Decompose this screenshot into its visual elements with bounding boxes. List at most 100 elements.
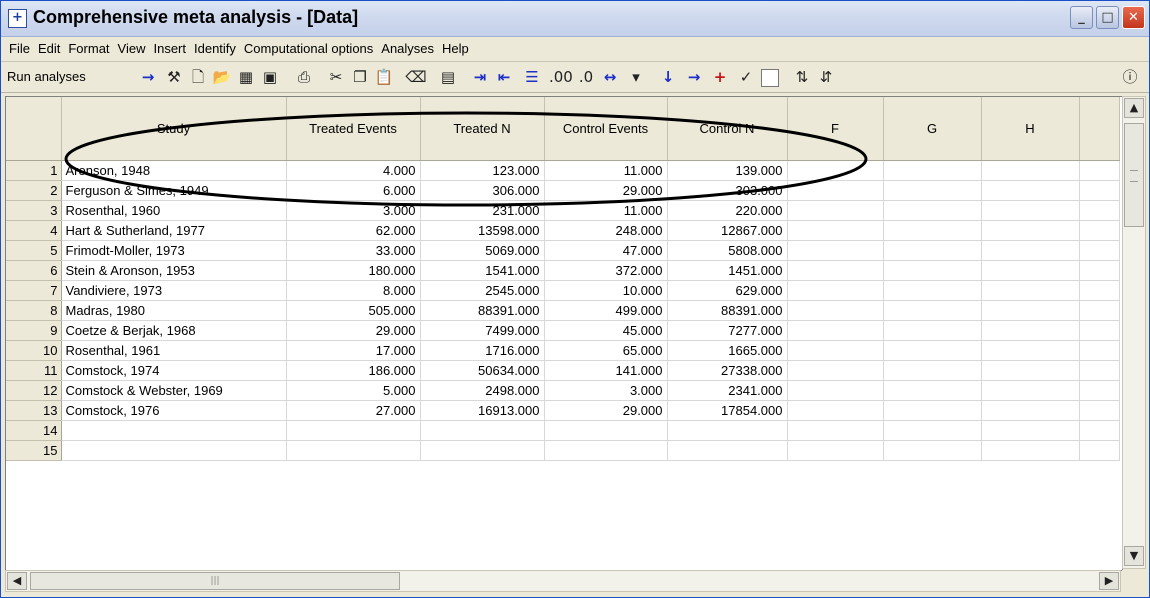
cell-treated-n[interactable] xyxy=(420,420,545,441)
scroll-down-button[interactable]: ▼ xyxy=(1124,546,1144,566)
cell-treated-events[interactable]: 4.000 xyxy=(286,160,421,181)
cell-control-n[interactable]: 1451.000 xyxy=(667,260,788,281)
cell-treated-events[interactable]: 8.000 xyxy=(286,280,421,301)
row-number[interactable]: 3 xyxy=(6,200,62,221)
cell-g[interactable] xyxy=(883,280,982,301)
cell-treated-n[interactable]: 16913.000 xyxy=(420,400,545,421)
cell-study[interactable]: Coetze & Berjak, 1968 xyxy=(61,320,287,341)
cell-study[interactable]: Vandiviere, 1973 xyxy=(61,280,287,301)
column-header-control-n[interactable]: Control N xyxy=(667,97,788,161)
cell-h[interactable] xyxy=(981,360,1080,381)
list-icon[interactable]: ☰ xyxy=(521,66,543,88)
cell-blank[interactable] xyxy=(1079,160,1120,181)
cell-g[interactable] xyxy=(883,340,982,361)
cell-control-n[interactable] xyxy=(667,420,788,441)
cell-f[interactable] xyxy=(787,360,884,381)
cell-control-n[interactable]: 5808.000 xyxy=(667,240,788,261)
cell-treated-n[interactable]: 306.000 xyxy=(420,180,545,201)
menu-format[interactable]: Format xyxy=(64,37,113,61)
cell-g[interactable] xyxy=(883,380,982,401)
row-number[interactable]: 15 xyxy=(6,440,62,461)
cell-study[interactable] xyxy=(61,440,287,461)
cell-study[interactable]: Aronson, 1948 xyxy=(61,160,287,181)
cell-f[interactable] xyxy=(787,300,884,321)
cell-blank[interactable] xyxy=(1079,200,1120,221)
row-number[interactable]: 9 xyxy=(6,320,62,341)
run-analyses-button[interactable]: Run analyses xyxy=(7,69,86,84)
cell-study[interactable]: Comstock, 1976 xyxy=(61,400,287,421)
cell-h[interactable] xyxy=(981,440,1080,461)
scroll-right-button[interactable]: ▶ xyxy=(1099,572,1119,590)
horizontal-scrollbar[interactable]: ◀ ||| ▶ xyxy=(5,570,1121,592)
row-number[interactable]: 8 xyxy=(6,300,62,321)
cell-treated-events[interactable]: 505.000 xyxy=(286,300,421,321)
cell-blank[interactable] xyxy=(1079,260,1120,281)
cell-treated-events[interactable]: 6.000 xyxy=(286,180,421,201)
cell-f[interactable] xyxy=(787,180,884,201)
cell-control-events[interactable]: 65.000 xyxy=(544,340,668,361)
cell-treated-n[interactable]: 2545.000 xyxy=(420,280,545,301)
cell-f[interactable] xyxy=(787,160,884,181)
menu-view[interactable]: View xyxy=(114,37,150,61)
row-number[interactable]: 11 xyxy=(6,360,62,381)
cell-blank[interactable] xyxy=(1079,300,1120,321)
cell-h[interactable] xyxy=(981,280,1080,301)
cell-control-n[interactable]: 88391.000 xyxy=(667,300,788,321)
cell-blank[interactable] xyxy=(1079,420,1120,441)
outdent-icon[interactable]: ⇤ xyxy=(493,66,515,88)
cell-control-events[interactable] xyxy=(544,440,668,461)
cell-treated-n[interactable]: 88391.000 xyxy=(420,300,545,321)
cell-g[interactable] xyxy=(883,360,982,381)
table-icon[interactable]: ▦ xyxy=(235,66,257,88)
cell-control-events[interactable]: 29.000 xyxy=(544,400,668,421)
move-right-icon[interactable]: → xyxy=(683,66,705,88)
cell-f[interactable] xyxy=(787,380,884,401)
cell-treated-n[interactable]: 123.000 xyxy=(420,160,545,181)
column-header-treated-events[interactable]: Treated Events xyxy=(286,97,421,161)
cell-control-n[interactable]: 2341.000 xyxy=(667,380,788,401)
cut-icon[interactable]: ✂ xyxy=(325,66,347,88)
indent-icon[interactable]: ⇥ xyxy=(469,66,491,88)
cell-g[interactable] xyxy=(883,440,982,461)
move-down-icon[interactable]: ↓ xyxy=(657,66,679,88)
cell-blank[interactable] xyxy=(1079,220,1120,241)
menu-file[interactable]: File xyxy=(5,37,34,61)
menu-identify[interactable]: Identify xyxy=(190,37,240,61)
column-header-control-events[interactable]: Control Events xyxy=(544,97,668,161)
cell-blank[interactable] xyxy=(1079,240,1120,261)
copy-icon[interactable]: ❐ xyxy=(349,66,371,88)
cell-study[interactable]: Madras, 1980 xyxy=(61,300,287,321)
eraser-icon[interactable]: ⌫ xyxy=(405,66,427,88)
cell-treated-events[interactable]: 33.000 xyxy=(286,240,421,261)
cell-h[interactable] xyxy=(981,380,1080,401)
cell-g[interactable] xyxy=(883,260,982,281)
cell-g[interactable] xyxy=(883,200,982,221)
menu-help[interactable]: Help xyxy=(438,37,473,61)
cell-control-events[interactable]: 10.000 xyxy=(544,280,668,301)
cell-h[interactable] xyxy=(981,320,1080,341)
row-number[interactable]: 10 xyxy=(6,340,62,361)
cell-g[interactable] xyxy=(883,320,982,341)
cell-g[interactable] xyxy=(883,220,982,241)
cell-f[interactable] xyxy=(787,200,884,221)
cell-control-events[interactable] xyxy=(544,420,668,441)
cell-study[interactable]: Ferguson & Simes, 1949 xyxy=(61,180,287,201)
cell-control-events[interactable]: 248.000 xyxy=(544,220,668,241)
cell-control-events[interactable]: 11.000 xyxy=(544,200,668,221)
cell-f[interactable] xyxy=(787,400,884,421)
cell-control-events[interactable]: 47.000 xyxy=(544,240,668,261)
scroll-up-button[interactable]: ▲ xyxy=(1124,98,1144,118)
cell-blank[interactable] xyxy=(1079,440,1120,461)
cell-blank[interactable] xyxy=(1079,400,1120,421)
cell-study[interactable]: Stein & Aronson, 1953 xyxy=(61,260,287,281)
cell-h[interactable] xyxy=(981,260,1080,281)
sort-descending-icon[interactable]: ⇵ xyxy=(815,66,837,88)
column-width-icon[interactable]: ↔ xyxy=(599,66,621,88)
cell-blank[interactable] xyxy=(1079,340,1120,361)
new-icon[interactable]: 🗋 xyxy=(187,66,209,88)
vertical-scrollbar[interactable]: ▲ ▼ xyxy=(1122,96,1146,569)
cell-g[interactable] xyxy=(883,420,982,441)
open-icon[interactable]: 📂 xyxy=(211,66,233,88)
cell-f[interactable] xyxy=(787,340,884,361)
vertical-scroll-thumb[interactable] xyxy=(1124,123,1144,227)
